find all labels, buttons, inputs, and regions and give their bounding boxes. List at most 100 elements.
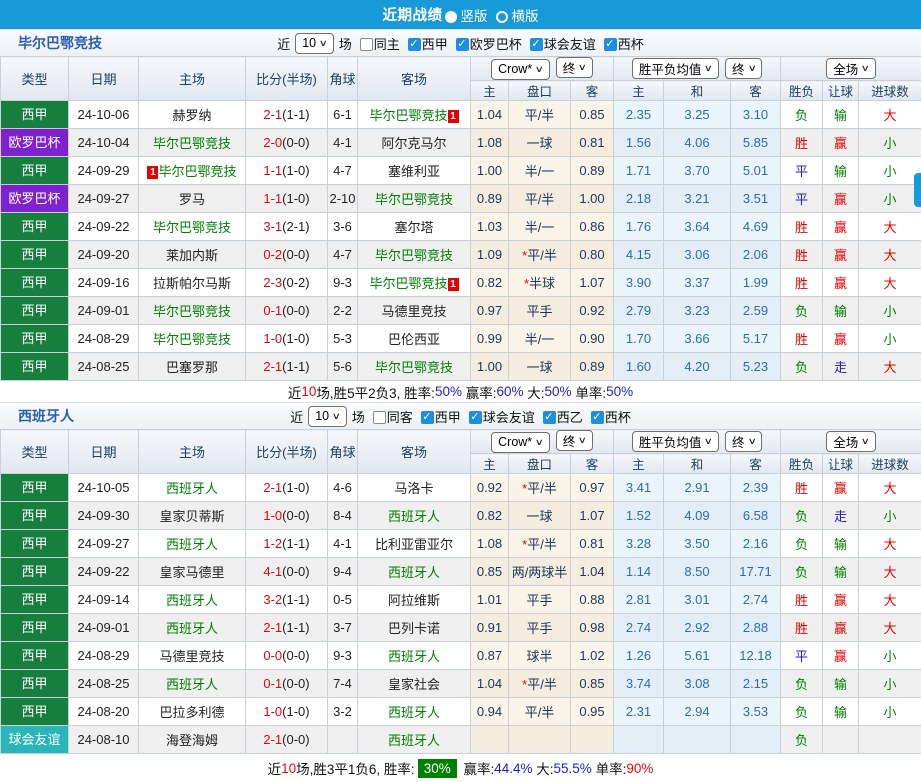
away-team[interactable]: 毕尔巴鄂竞技 bbox=[375, 360, 453, 375]
home-team[interactable]: 拉斯帕尔马斯 bbox=[153, 276, 231, 291]
home-team-label[interactable]: 西班牙人 bbox=[166, 481, 218, 496]
away-team[interactable]: 塞尔塔 bbox=[394, 220, 433, 235]
checkbox-checked-icon[interactable] bbox=[604, 38, 617, 51]
home-team[interactable]: 西班牙人 bbox=[166, 537, 218, 552]
league-filter-0[interactable]: 西甲 bbox=[415, 407, 461, 426]
scrollbar-thumb[interactable] bbox=[914, 173, 921, 207]
league-filter-2[interactable]: 球会友谊 bbox=[524, 34, 596, 53]
home-team-label[interactable]: 莱加内斯 bbox=[166, 248, 218, 263]
home-team-label[interactable]: 西班牙人 bbox=[166, 677, 218, 692]
home-team-label[interactable]: 马德里竞技 bbox=[159, 649, 224, 664]
home-team[interactable]: 西班牙人 bbox=[166, 593, 218, 608]
league-filter-label[interactable]: 西甲 bbox=[435, 410, 461, 425]
away-team-label[interactable]: 阿尔克马尔 bbox=[381, 136, 446, 151]
away-team[interactable]: 毕尔巴鄂竞技1 bbox=[369, 108, 458, 123]
away-team-cell[interactable]: 塞尔塔 bbox=[358, 213, 471, 241]
league-filter-label[interactable]: 球会友谊 bbox=[483, 410, 535, 425]
home-team-label[interactable]: 皇家马德里 bbox=[159, 565, 224, 580]
home-team-label[interactable]: 毕尔巴鄂竞技 bbox=[158, 164, 236, 179]
away-team[interactable]: 阿尔克马尔 bbox=[381, 136, 446, 151]
home-team-label[interactable]: 巴塞罗那 bbox=[166, 360, 218, 375]
same-venue-label[interactable]: 同主 bbox=[374, 37, 400, 52]
layout-radio-vertical[interactable]: 竖版 bbox=[443, 5, 488, 25]
radio-unselected-icon[interactable] bbox=[496, 11, 508, 23]
home-team-label[interactable]: 毕尔巴鄂竞技 bbox=[153, 136, 231, 151]
checkbox-unchecked-icon[interactable] bbox=[373, 411, 386, 424]
checkbox-checked-icon[interactable] bbox=[591, 411, 604, 424]
home-team[interactable]: 西班牙人 bbox=[166, 481, 218, 496]
team-name-title[interactable]: 毕尔巴鄂竞技 bbox=[18, 33, 102, 53]
league-filter-label[interactable]: 西杯 bbox=[618, 37, 644, 52]
same-venue-filter[interactable]: 同主 bbox=[354, 34, 400, 53]
checkbox-checked-icon[interactable] bbox=[469, 411, 482, 424]
away-team-label[interactable]: 比利亚雷亚尔 bbox=[375, 537, 453, 552]
away-team-label[interactable]: 皇家社会 bbox=[388, 677, 440, 692]
away-team-label[interactable]: 西班牙人 bbox=[388, 565, 440, 580]
home-team-cell[interactable]: 巴塞罗那 bbox=[139, 353, 246, 381]
home-team[interactable]: 莱加内斯 bbox=[166, 248, 218, 263]
home-team-cell[interactable]: 莱加内斯 bbox=[139, 241, 246, 269]
home-team[interactable]: 1毕尔巴鄂竞技 bbox=[147, 164, 236, 179]
away-team-label[interactable]: 马德里竞技 bbox=[381, 304, 446, 319]
away-team-cell[interactable]: 巴伦西亚 bbox=[358, 325, 471, 353]
home-team[interactable]: 皇家贝蒂斯 bbox=[159, 509, 224, 524]
away-team-cell[interactable]: 西班牙人 bbox=[358, 558, 471, 586]
away-team-label[interactable]: 西班牙人 bbox=[388, 649, 440, 664]
radio-vertical-label[interactable]: 竖版 bbox=[461, 9, 488, 24]
home-team[interactable]: 巴拉多利德 bbox=[159, 705, 224, 720]
league-filter-3[interactable]: 西杯 bbox=[585, 407, 631, 426]
home-team[interactable]: 毕尔巴鄂竞技 bbox=[153, 220, 231, 235]
home-team-label[interactable]: 毕尔巴鄂竞技 bbox=[153, 332, 231, 347]
home-team-cell[interactable]: 海登海姆 bbox=[139, 726, 246, 754]
away-team[interactable]: 马洛卡 bbox=[394, 481, 433, 496]
same-venue-filter[interactable]: 同客 bbox=[367, 407, 413, 426]
away-team-label[interactable]: 阿拉维斯 bbox=[388, 593, 440, 608]
away-team-label[interactable]: 西班牙人 bbox=[388, 733, 440, 748]
away-team-label[interactable]: 巴伦西亚 bbox=[388, 332, 440, 347]
away-team-cell[interactable]: 毕尔巴鄂竞技 bbox=[358, 185, 471, 213]
league-filter-2[interactable]: 西乙 bbox=[537, 407, 583, 426]
home-team[interactable]: 毕尔巴鄂竞技 bbox=[153, 136, 231, 151]
home-team[interactable]: 海登海姆 bbox=[166, 733, 218, 748]
away-team[interactable]: 马德里竞技 bbox=[381, 304, 446, 319]
home-team-label[interactable]: 西班牙人 bbox=[166, 537, 218, 552]
home-team-label[interactable]: 罗马 bbox=[179, 192, 205, 207]
league-filter-label[interactable]: 西甲 bbox=[422, 37, 448, 52]
away-team[interactable]: 巴伦西亚 bbox=[388, 332, 440, 347]
home-team-cell[interactable]: 1毕尔巴鄂竞技 bbox=[139, 157, 246, 185]
league-filter-0[interactable]: 西甲 bbox=[402, 34, 448, 53]
away-team-cell[interactable]: 阿尔克马尔 bbox=[358, 129, 471, 157]
away-team-label[interactable]: 毕尔巴鄂竞技 bbox=[369, 108, 447, 123]
home-team[interactable]: 毕尔巴鄂竞技 bbox=[153, 332, 231, 347]
home-team-cell[interactable]: 皇家贝蒂斯 bbox=[139, 502, 246, 530]
scope-select[interactable]: 全场∨ bbox=[826, 431, 876, 452]
away-team[interactable]: 西班牙人 bbox=[388, 733, 440, 748]
league-filter-label[interactable]: 西乙 bbox=[557, 410, 583, 425]
away-team-cell[interactable]: 西班牙人 bbox=[358, 502, 471, 530]
checkbox-checked-icon[interactable] bbox=[421, 411, 434, 424]
away-team[interactable]: 西班牙人 bbox=[388, 509, 440, 524]
home-team-label[interactable]: 拉斯帕尔马斯 bbox=[153, 276, 231, 291]
away-team[interactable]: 比利亚雷亚尔 bbox=[375, 537, 453, 552]
mean-period-select[interactable]: 终∨ bbox=[725, 431, 762, 452]
checkbox-checked-icon[interactable] bbox=[408, 38, 421, 51]
scope-select[interactable]: 全场∨ bbox=[826, 58, 876, 79]
away-team[interactable]: 塞维利亚 bbox=[388, 164, 440, 179]
checkbox-checked-icon[interactable] bbox=[456, 38, 469, 51]
home-team-cell[interactable]: 罗马 bbox=[139, 185, 246, 213]
away-team-cell[interactable]: 比利亚雷亚尔 bbox=[358, 530, 471, 558]
team-name-title[interactable]: 西班牙人 bbox=[18, 406, 74, 426]
home-team-cell[interactable]: 皇家马德里 bbox=[139, 558, 246, 586]
away-team-cell[interactable]: 毕尔巴鄂竞技1 bbox=[358, 269, 471, 297]
mean-period-select[interactable]: 终∨ bbox=[725, 58, 762, 79]
away-team[interactable]: 西班牙人 bbox=[388, 649, 440, 664]
away-team-label[interactable]: 塞尔塔 bbox=[394, 220, 433, 235]
home-team-cell[interactable]: 西班牙人 bbox=[139, 614, 246, 642]
crow-select[interactable]: Crow*∨ bbox=[491, 432, 550, 453]
away-team-label[interactable]: 毕尔巴鄂竞技 bbox=[375, 192, 453, 207]
home-team[interactable]: 皇家马德里 bbox=[159, 565, 224, 580]
home-team-cell[interactable]: 马德里竞技 bbox=[139, 642, 246, 670]
radio-selected-icon[interactable] bbox=[445, 11, 457, 23]
home-team-cell[interactable]: 西班牙人 bbox=[139, 530, 246, 558]
away-team[interactable]: 阿拉维斯 bbox=[388, 593, 440, 608]
